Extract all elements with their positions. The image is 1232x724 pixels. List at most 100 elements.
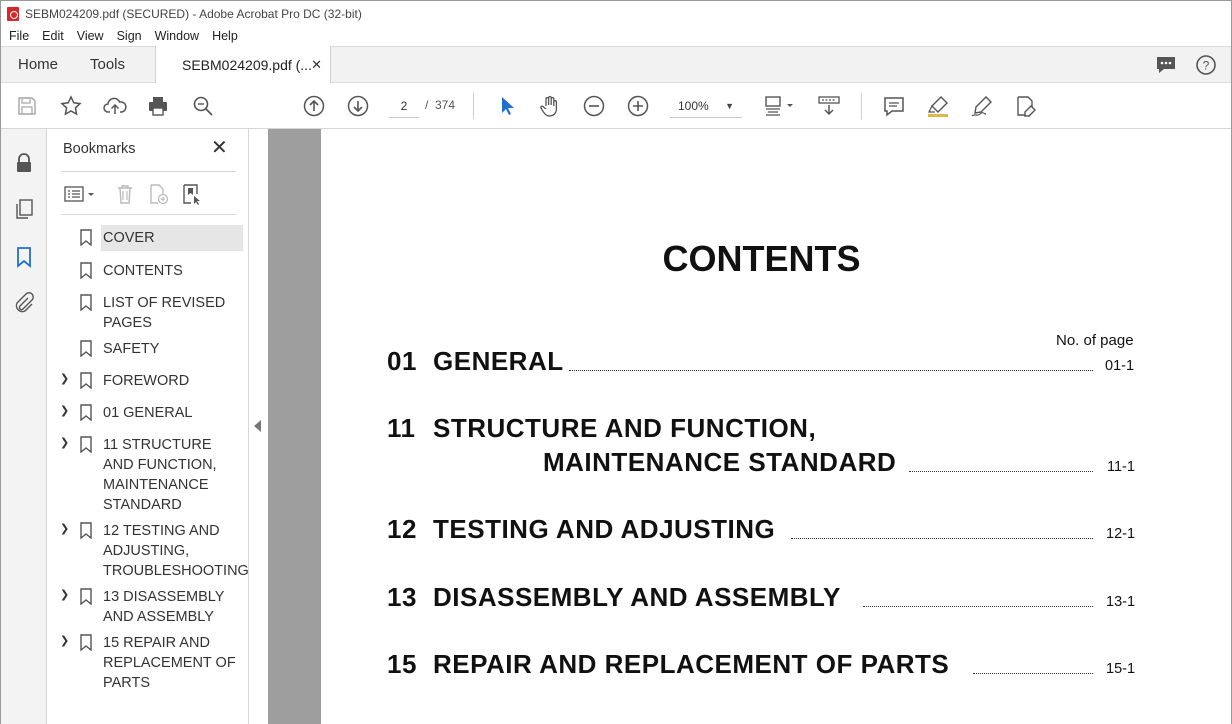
menu-bar: File Edit View Sign Window Help <box>1 26 1231 46</box>
toc-leader-dots <box>863 606 1093 607</box>
page-number-input[interactable] <box>389 94 419 118</box>
bookmark-label: 12 TESTING AND ADJUSTING, TROUBLESHOOTIN… <box>103 523 249 579</box>
toc-title-line2: MAINTENANCE STANDARD <box>543 447 897 477</box>
toc-entry-12[interactable]: 12 TESTING AND ADJUSTING <box>387 514 775 545</box>
chevron-right-icon[interactable]: ❯ <box>60 436 70 449</box>
toc-page-number: 15-1 <box>1106 661 1136 677</box>
toc-entry-11[interactable]: 11 STRUCTURE AND FUNCTION, <box>387 413 816 444</box>
toc-number: 01 <box>387 346 417 376</box>
bookmark-star-icon[interactable] <box>59 94 83 118</box>
window-title: SEBM024209.pdf (SECURED) - Adobe Acrobat… <box>25 6 362 21</box>
print-icon[interactable] <box>146 94 170 118</box>
options-list-icon[interactable] <box>63 182 99 206</box>
highlight-icon[interactable] <box>926 94 950 118</box>
toc-title: GENERAL <box>433 346 564 376</box>
bookmark-icon <box>80 372 92 390</box>
collapse-panel-icon[interactable] <box>254 420 261 432</box>
toc-entry-13[interactable]: 13 DISASSEMBLY AND ASSEMBLY <box>387 582 841 613</box>
bookmark-label: COVER <box>101 225 243 251</box>
pdf-page: CONTENTS No. of page 01 GENERAL 01-1 11 ST… <box>321 129 1231 724</box>
save-icon[interactable] <box>15 94 39 118</box>
menu-file[interactable]: File <box>9 29 29 43</box>
tab-tools[interactable]: Tools <box>90 47 125 83</box>
acrobat-window: SEBM024209.pdf (SECURED) - Adobe Acrobat… <box>0 0 1232 724</box>
toc-entry-15[interactable]: 15 REPAIR AND REPLACEMENT OF PARTS <box>387 649 949 680</box>
document-viewport[interactable]: CONTENTS No. of page 01 GENERAL 01-1 11 ST… <box>268 129 1231 724</box>
toc-entry-11-line2[interactable]: MAINTENANCE STANDARD <box>543 447 896 478</box>
bookmark-icon <box>80 404 92 422</box>
bookmark-label: 15 REPAIR AND REPLACEMENT OF PARTS <box>103 635 236 691</box>
hand-icon[interactable] <box>538 94 562 118</box>
bookmark-icon <box>80 340 92 358</box>
select-cursor-icon[interactable] <box>495 94 519 118</box>
toc-title: STRUCTURE AND FUNCTION, <box>433 413 817 443</box>
edit-pdf-icon[interactable] <box>1013 94 1037 118</box>
toc-leader-dots <box>569 370 1093 371</box>
toolbar-divider <box>473 93 474 119</box>
menu-view[interactable]: View <box>77 29 104 43</box>
menu-help[interactable]: Help <box>212 29 238 43</box>
zoom-in-icon[interactable] <box>626 94 650 118</box>
toc-leader-dots <box>909 471 1093 472</box>
bookmark-icon <box>80 262 92 280</box>
pages-icon[interactable] <box>12 197 36 221</box>
bookmark-icon <box>80 588 92 606</box>
bookmark-icon <box>80 436 92 454</box>
toc-page-number: 11-1 <box>1107 459 1135 475</box>
menu-sign[interactable]: Sign <box>117 29 142 43</box>
chevron-right-icon[interactable]: ❯ <box>60 522 70 535</box>
bookmark-label: 11 STRUCTURE AND FUNCTION, MAINTENANCE S… <box>103 437 217 513</box>
zoom-select[interactable]: 100% ▼ <box>670 94 742 118</box>
title-bar: SEBM024209.pdf (SECURED) - Adobe Acrobat… <box>1 1 1231 26</box>
page-total: 374 <box>435 98 456 112</box>
toc-title: TESTING AND ADJUSTING <box>433 514 776 544</box>
tab-document[interactable]: SEBM024209.pdf (... ✕ <box>155 46 331 84</box>
chevron-right-icon[interactable]: ❯ <box>60 372 70 385</box>
no-of-page-label: No. of page <box>1056 332 1134 349</box>
tab-home[interactable]: Home <box>18 47 58 83</box>
chat-icon[interactable] <box>1155 54 1177 79</box>
contents-title: CONTENTS <box>662 238 861 279</box>
find-bookmark-icon[interactable] <box>180 182 204 206</box>
main-toolbar: / 374 100% ▼ <box>1 83 1231 129</box>
scroll-mode-icon[interactable] <box>817 94 841 118</box>
bookmark-label: SAFETY <box>103 341 160 357</box>
bookmarks-toolbar <box>61 171 236 215</box>
help-icon[interactable]: ? <box>1195 54 1217 79</box>
zoom-value: 100% <box>678 99 709 113</box>
menu-edit[interactable]: Edit <box>42 29 64 43</box>
bookmarks-icon[interactable] <box>12 245 36 269</box>
bookmark-label: CONTENTS <box>103 263 183 279</box>
next-page-icon[interactable] <box>346 94 370 118</box>
bookmark-label: LIST OF REVISED PAGES <box>103 295 226 331</box>
toc-number: 12 <box>387 514 417 544</box>
close-icon[interactable]: ✕ <box>211 138 228 158</box>
toc-entry-01[interactable]: 01 GENERAL <box>387 346 564 377</box>
chevron-down-icon: ▼ <box>725 101 734 111</box>
bookmark-icon <box>80 634 92 652</box>
new-bookmark-icon[interactable] <box>146 182 170 206</box>
tab-close-icon[interactable]: ✕ <box>311 46 322 84</box>
lock-icon[interactable] <box>12 151 36 175</box>
bookmark-icon <box>80 229 92 247</box>
prev-page-icon[interactable] <box>302 94 326 118</box>
zoom-search-icon[interactable] <box>191 94 215 118</box>
menu-window[interactable]: Window <box>155 29 199 43</box>
chevron-right-icon[interactable]: ❯ <box>60 588 70 601</box>
chevron-right-icon[interactable]: ❯ <box>60 404 70 417</box>
comment-icon[interactable] <box>882 94 906 118</box>
toc-title: REPAIR AND REPLACEMENT OF PARTS <box>433 649 950 679</box>
bookmark-icon <box>80 522 92 540</box>
sign-icon[interactable] <box>970 94 994 118</box>
page-fit-icon[interactable] <box>763 94 797 118</box>
chevron-right-icon[interactable]: ❯ <box>60 634 70 647</box>
upload-icon[interactable] <box>103 94 127 118</box>
page-separator: / <box>425 98 429 112</box>
bookmarks-header: Bookmarks <box>63 141 136 157</box>
toc-leader-dots <box>791 538 1093 539</box>
attachment-icon[interactable] <box>12 291 36 315</box>
bookmarks-panel: Bookmarks ✕ COVER CONTENTS LIST OF REVIS… <box>47 129 249 724</box>
delete-icon[interactable] <box>113 182 137 206</box>
bookmark-label: 13 DISASSEMBLY AND ASSEMBLY <box>103 589 225 625</box>
zoom-out-icon[interactable] <box>582 94 606 118</box>
